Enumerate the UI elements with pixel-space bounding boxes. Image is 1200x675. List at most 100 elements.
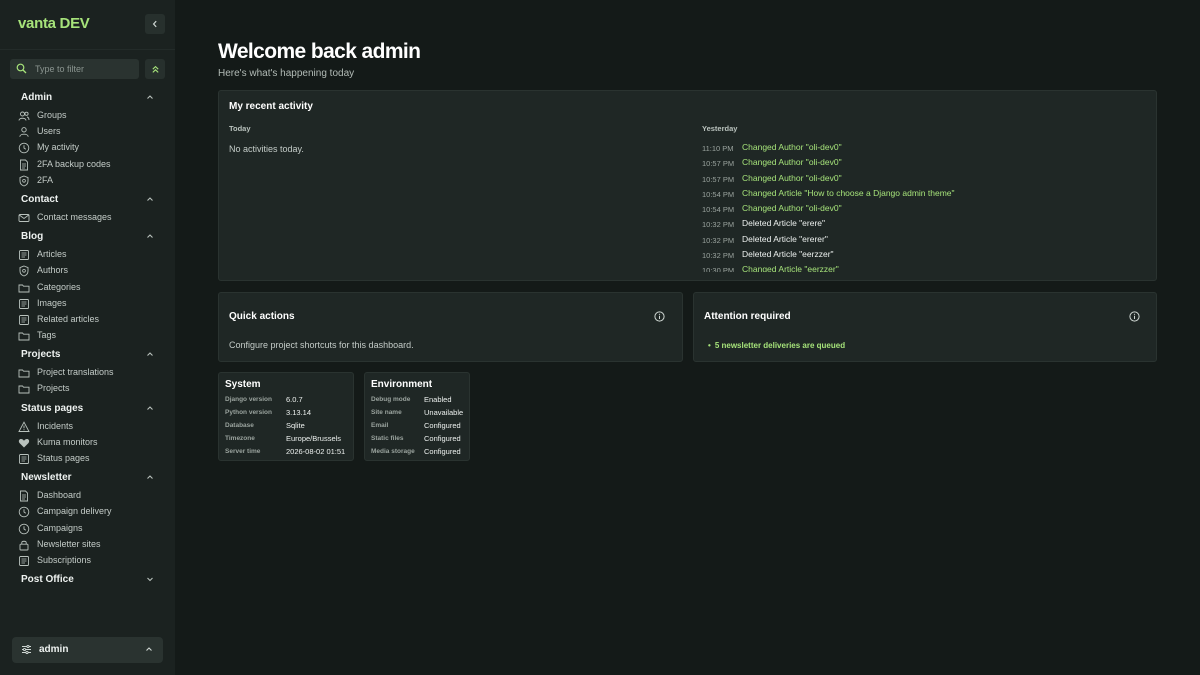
lock-icon bbox=[19, 540, 29, 551]
brand-row: vanta DEV bbox=[0, 0, 175, 50]
detail-row: Site name Unavailable bbox=[371, 408, 475, 421]
info-icon[interactable] bbox=[654, 311, 665, 322]
detail-value: Unavailable bbox=[424, 408, 464, 417]
sidebar-item-label: Campaigns bbox=[37, 522, 83, 533]
card-title: Environment bbox=[371, 379, 433, 390]
nav-group-post-office[interactable]: Post Office bbox=[0, 572, 175, 590]
sidebar-item-contact-messages[interactable]: Contact messages bbox=[0, 210, 175, 226]
sidebar-item-label: Tags bbox=[37, 330, 57, 341]
collapse-sidebar-button[interactable] bbox=[145, 14, 165, 34]
sidebar-item-articles[interactable]: Articles bbox=[0, 247, 175, 263]
nav-group-status-pages[interactable]: Status pages bbox=[0, 401, 175, 419]
sidebar-item-campaign-delivery[interactable]: Campaign delivery bbox=[0, 504, 175, 520]
attention-item[interactable]: 5 newsletter deliveries are queued bbox=[708, 341, 845, 350]
sidebar-item-label: Users bbox=[37, 126, 61, 137]
detail-key: Django version bbox=[225, 396, 272, 403]
nav-group-title: Contact bbox=[21, 193, 59, 205]
sidebar-item-projects[interactable]: Projects bbox=[0, 381, 175, 397]
sidebar-item-campaigns[interactable]: Campaigns bbox=[0, 521, 175, 537]
list-icon bbox=[19, 250, 29, 261]
brand-logo[interactable]: vanta DEV bbox=[18, 15, 90, 32]
sidebar-item-users[interactable]: Users bbox=[0, 124, 175, 140]
mail-icon bbox=[18, 213, 30, 222]
activity-row: 10:32 PM Deleted Article "erere" bbox=[702, 218, 1142, 233]
activity-message[interactable]: Changed Article "eerzzer" bbox=[742, 264, 839, 272]
today-empty-text: No activities today. bbox=[229, 144, 304, 154]
sidebar-item-status-pages[interactable]: Status pages bbox=[0, 451, 175, 467]
sidebar-item-subscriptions[interactable]: Subscriptions bbox=[0, 553, 175, 569]
activity-message[interactable]: Changed Author "oli-dev0" bbox=[742, 142, 842, 152]
chevron-up-icon bbox=[147, 234, 153, 239]
folder-icon bbox=[18, 332, 30, 341]
sidebar-item-related-articles[interactable]: Related articles bbox=[0, 312, 175, 328]
sidebar-item-2fa[interactable]: 2FA bbox=[0, 173, 175, 189]
activity-row: 10:32 PM Deleted Article "ererer" bbox=[702, 234, 1142, 249]
activity-time: 10:57 PM bbox=[702, 159, 735, 169]
recent-activity-card: My recent activity Today Yesterday No ac… bbox=[218, 90, 1157, 281]
sidebar-item-label: My activity bbox=[37, 142, 80, 153]
activity-message[interactable]: Changed Author "oli-dev0" bbox=[742, 173, 842, 183]
shield-icon bbox=[19, 265, 29, 277]
activity-message[interactable]: Changed Author "oli-dev0" bbox=[742, 203, 842, 213]
sidebar-item-label: Groups bbox=[37, 110, 67, 120]
activity-time: 11:10 PM bbox=[702, 144, 734, 153]
sidebar-item-kuma-monitors[interactable]: Kuma monitors bbox=[0, 435, 175, 451]
sidebar-item-groups[interactable]: Groups bbox=[0, 108, 175, 124]
filter-input[interactable] bbox=[35, 61, 135, 77]
activity-time: 10:54 PM bbox=[702, 205, 735, 215]
sidebar-item-incidents[interactable]: Incidents bbox=[0, 419, 175, 435]
sidebar-item-dashboard[interactable]: Dashboard bbox=[0, 488, 175, 504]
user-menu[interactable]: admin bbox=[12, 637, 163, 663]
chevron-up-icon bbox=[147, 95, 153, 99]
sidebar-item-project-translations[interactable]: Project translations bbox=[0, 365, 175, 381]
detail-value: 3.13.14 bbox=[286, 408, 312, 417]
activity-time: 10:32 PM bbox=[702, 220, 735, 230]
nav-group-blog[interactable]: Blog bbox=[0, 229, 175, 247]
sidebar-item-categories[interactable]: Categories bbox=[0, 280, 175, 296]
sidebar-item-label: Newsletter sites bbox=[37, 538, 101, 549]
heart-icon bbox=[18, 438, 30, 448]
list-icon bbox=[19, 454, 29, 464]
activity-message[interactable]: Changed Author "oli-dev0" bbox=[742, 157, 842, 167]
detail-key: Debug mode bbox=[371, 396, 411, 403]
sidebar-item-tags[interactable]: Tags bbox=[0, 328, 175, 344]
detail-key: Static files bbox=[371, 435, 404, 442]
detail-key: Database bbox=[225, 422, 254, 429]
detail-key: Python version bbox=[225, 409, 272, 416]
activity-time: 10:32 PM bbox=[702, 251, 735, 261]
settings-sliders-icon bbox=[22, 644, 31, 655]
detail-value: 6.0.7 bbox=[286, 395, 303, 404]
detail-value: Configured bbox=[424, 434, 461, 443]
sidebar-item-label: Project translations bbox=[37, 367, 114, 378]
chevron-up-icon bbox=[147, 475, 153, 480]
sidebar-item-label: Incidents bbox=[37, 420, 74, 431]
sidebar-item-newsletter-sites[interactable]: Newsletter sites bbox=[0, 537, 175, 553]
detail-row: Email Configured bbox=[371, 421, 475, 434]
detail-value: Enabled bbox=[424, 395, 452, 404]
nav-group-admin[interactable]: Admin bbox=[0, 90, 175, 108]
warning-icon bbox=[18, 420, 30, 432]
detail-row: Python version 3.13.14 bbox=[225, 408, 359, 421]
nav-group-projects[interactable]: Projects bbox=[0, 347, 175, 365]
sidebar-item-authors[interactable]: Authors bbox=[0, 263, 175, 279]
nav-group-newsletter[interactable]: Newsletter bbox=[0, 470, 175, 488]
sidebar-item-my-activity[interactable]: My activity bbox=[0, 140, 175, 156]
folder-icon bbox=[18, 284, 30, 292]
quick-actions-card: Quick actions Configure project shortcut… bbox=[218, 292, 683, 362]
activity-row: 10:54 PM Changed Article "How to choose a… bbox=[702, 188, 1142, 203]
nav-group-contact[interactable]: Contact bbox=[0, 192, 175, 210]
detail-row: Django version 6.0.7 bbox=[225, 395, 359, 408]
info-icon[interactable] bbox=[1129, 311, 1140, 322]
user-icon bbox=[19, 127, 29, 138]
activity-time: 10:57 PM bbox=[702, 174, 735, 184]
filter-row bbox=[10, 59, 165, 79]
sidebar-item-2fa-backup-codes[interactable]: 2FA backup codes bbox=[0, 157, 175, 173]
detail-key: Server time bbox=[225, 448, 261, 455]
activity-list[interactable]: 11:10 PM Changed Author "oli-dev0" 10:57 P… bbox=[702, 142, 1142, 272]
activity-message[interactable]: Changed Article "How to choose a Django … bbox=[742, 188, 955, 198]
sidebar-item-images[interactable]: Images bbox=[0, 296, 175, 312]
sidebar-item-label: Authors bbox=[37, 265, 69, 276]
document-icon bbox=[20, 490, 28, 502]
expand-all-button[interactable] bbox=[145, 59, 165, 79]
chevron-up-icon bbox=[146, 647, 152, 651]
